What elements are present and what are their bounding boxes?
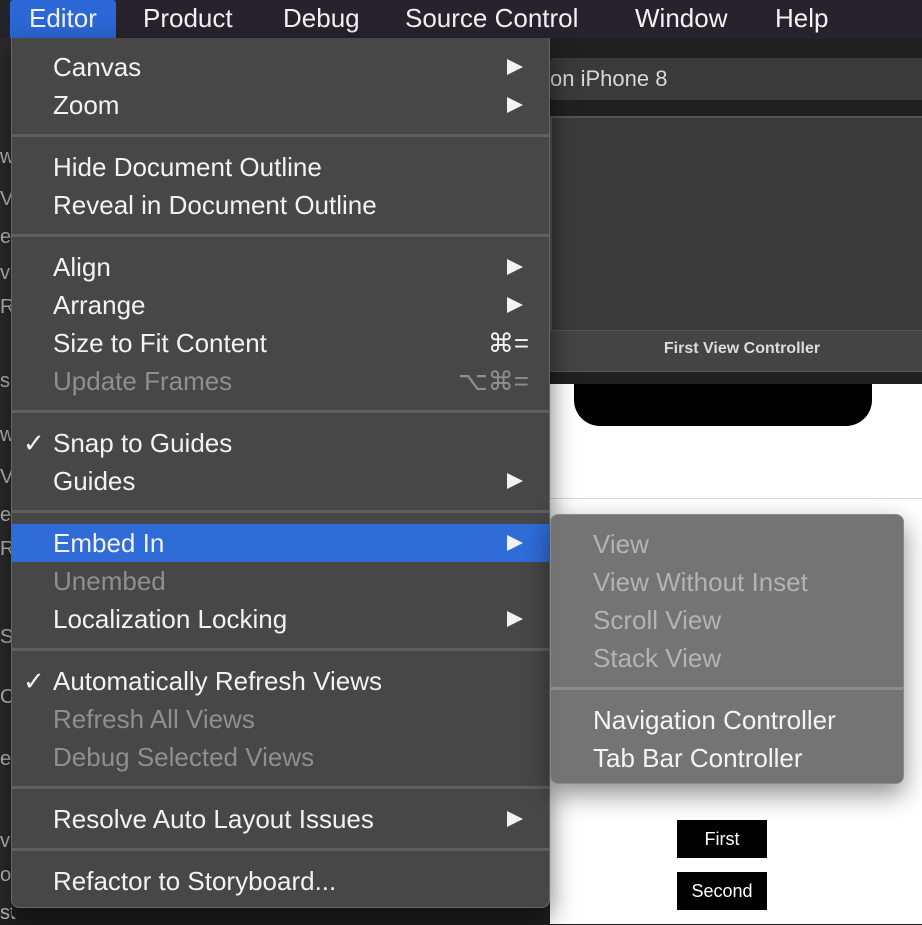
menu-item-label: Snap to Guides xyxy=(53,428,233,458)
navigator-fragment: e xyxy=(0,748,12,770)
menu-item-align[interactable]: Align xyxy=(12,248,549,286)
menu-item-label: Align xyxy=(53,252,111,282)
menu-item-canvas[interactable]: Canvas xyxy=(12,48,549,86)
menu-separator xyxy=(12,848,549,851)
menu-item-label: Debug Selected Views xyxy=(53,742,315,772)
menu-item-label: View xyxy=(593,529,649,559)
menu-item-label: Hide Document Outline xyxy=(53,152,322,182)
menu-item-refactor-to-storyboard[interactable]: Refactor to Storyboard... xyxy=(12,862,549,900)
menu-separator xyxy=(12,648,549,651)
first-button[interactable]: First xyxy=(677,820,767,858)
menu-item-label: Canvas xyxy=(53,52,142,82)
submenu-arrow-icon xyxy=(507,259,523,275)
second-button[interactable]: Second xyxy=(677,872,767,910)
menu-item-unembed: Unembed xyxy=(12,562,549,600)
submenu-item-scroll-view: Scroll View xyxy=(551,601,903,639)
menu-item-label: Scroll View xyxy=(593,605,722,635)
submenu-item-stack-view: Stack View xyxy=(551,639,903,677)
menu-item-label: Tab Bar Controller xyxy=(593,743,803,773)
menu-item-update-frames: Update Frames ⌥⌘= xyxy=(12,362,549,400)
menubar-source-control[interactable]: Source Control xyxy=(386,0,597,38)
menu-item-localization-locking[interactable]: Localization Locking xyxy=(12,600,549,638)
submenu-arrow-icon xyxy=(507,535,523,551)
menubar-product[interactable]: Product xyxy=(124,0,252,38)
submenu-item-view: View xyxy=(551,525,903,563)
menu-item-zoom[interactable]: Zoom xyxy=(12,86,549,124)
navigator-fragment: s xyxy=(0,370,10,392)
menu-item-label: Guides xyxy=(53,466,136,496)
submenu-arrow-icon xyxy=(507,59,523,75)
navigator-fragment: e xyxy=(0,504,12,526)
menu-item-automatically-refresh-views[interactable]: ✓ Automatically Refresh Views xyxy=(12,662,549,700)
checkmark-icon: ✓ xyxy=(23,666,45,696)
menubar-editor[interactable]: Editor xyxy=(10,0,116,38)
menu-item-size-to-fit-content[interactable]: Size to Fit Content ⌘= xyxy=(12,324,549,362)
menu-item-label: Embed In xyxy=(53,528,165,558)
phone-notch xyxy=(574,384,872,426)
menu-item-label: Refresh All Views xyxy=(53,704,255,734)
menu-separator xyxy=(12,234,549,237)
menu-item-label: Automatically Refresh Views xyxy=(53,666,382,696)
menu-item-label: Refactor to Storyboard... xyxy=(53,866,337,896)
keyboard-shortcut: ⌘= xyxy=(487,328,529,358)
menu-item-label: Stack View xyxy=(593,643,722,673)
menu-item-hide-document-outline[interactable]: Hide Document Outline xyxy=(12,148,549,186)
menu-separator xyxy=(12,410,549,413)
submenu-item-tab-bar-controller[interactable]: Tab Bar Controller xyxy=(551,739,903,777)
menu-item-refresh-all-views: Refresh All Views xyxy=(12,700,549,738)
device-label: on iPhone 8 xyxy=(550,66,668,91)
menu-item-label: View Without Inset xyxy=(593,567,808,597)
menu-separator xyxy=(12,134,549,137)
checkmark-icon: ✓ xyxy=(23,428,45,458)
submenu-arrow-icon xyxy=(507,611,523,627)
menu-separator xyxy=(551,687,903,690)
submenu-item-view-without-inset: View Without Inset xyxy=(551,563,903,601)
menu-item-embed-in[interactable]: Embed In xyxy=(12,524,549,562)
menubar-debug[interactable]: Debug xyxy=(264,0,379,38)
submenu-arrow-icon xyxy=(507,473,523,489)
submenu-arrow-icon xyxy=(507,811,523,827)
menubar-window[interactable]: Window xyxy=(616,0,746,38)
menu-item-reveal-in-document-outline[interactable]: Reveal in Document Outline xyxy=(12,186,549,224)
menu-separator xyxy=(12,786,549,789)
menu-bar: Editor Product Debug Source Control Wind… xyxy=(0,0,922,38)
menu-item-label: Unembed xyxy=(53,566,166,596)
editor-menu: Canvas Zoom Hide Document Outline Reveal… xyxy=(11,38,550,908)
menu-item-label: Localization Locking xyxy=(53,604,288,634)
menu-item-label: Resolve Auto Layout Issues xyxy=(53,804,374,834)
submenu-arrow-icon xyxy=(507,297,523,313)
menu-item-resolve-auto-layout-issues[interactable]: Resolve Auto Layout Issues xyxy=(12,800,549,838)
menu-item-label: Reveal in Document Outline xyxy=(53,190,377,220)
navigator-fragment: v xyxy=(0,830,10,852)
submenu-arrow-icon xyxy=(507,97,523,113)
menu-item-label: Update Frames xyxy=(53,366,233,396)
menu-item-debug-selected-views: Debug Selected Views xyxy=(12,738,549,776)
navigator-fragment: v xyxy=(0,262,10,284)
navigator-fragment: e xyxy=(0,226,12,248)
menu-item-label: Size to Fit Content xyxy=(53,328,267,358)
menu-separator xyxy=(12,510,549,513)
navigator-fragment: o xyxy=(0,864,12,886)
submenu-item-navigation-controller[interactable]: Navigation Controller xyxy=(551,701,903,739)
keyboard-shortcut: ⌥⌘= xyxy=(457,366,529,396)
menu-item-label: Zoom xyxy=(53,90,120,120)
embed-in-submenu: View View Without Inset Scroll View Stac… xyxy=(550,514,904,784)
menu-item-label: Arrange xyxy=(53,290,146,320)
menu-item-snap-to-guides[interactable]: ✓ Snap to Guides xyxy=(12,424,549,462)
menu-item-arrange[interactable]: Arrange xyxy=(12,286,549,324)
menubar-help[interactable]: Help xyxy=(756,0,847,38)
menu-item-label: Navigation Controller xyxy=(593,705,836,735)
scene-title: First View Controller xyxy=(663,340,821,357)
menu-item-guides[interactable]: Guides xyxy=(12,462,549,500)
phone-divider xyxy=(550,498,922,499)
